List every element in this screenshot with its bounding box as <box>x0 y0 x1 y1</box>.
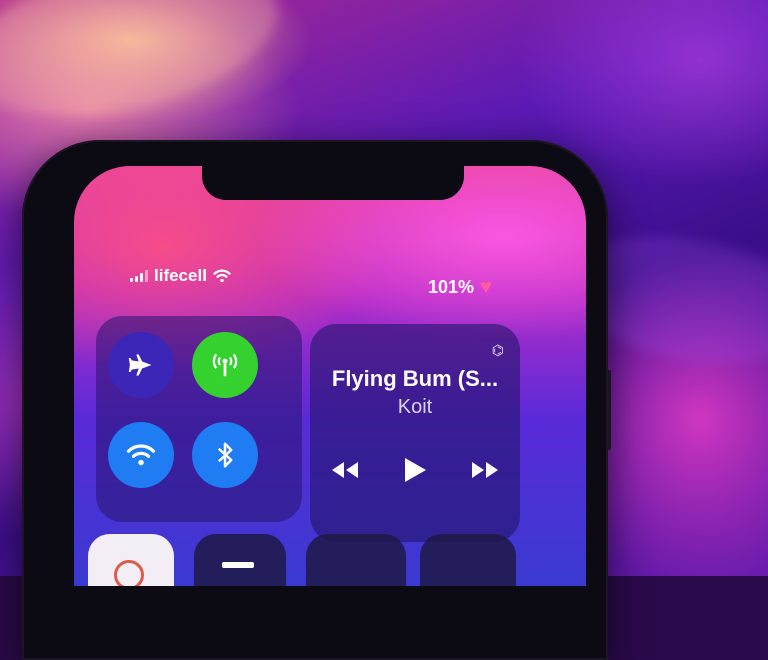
airplane-mode-button[interactable] <box>108 332 174 398</box>
status-carrier: lifecell <box>130 266 231 286</box>
screen-mirroring-button[interactable] <box>194 534 286 586</box>
signal-strength-icon <box>130 270 148 282</box>
screen-mirroring-icon <box>222 562 254 568</box>
control-center-screen: lifecell 101% ♥ ⌬ Flying Bum (S... Koit <box>74 166 586 586</box>
phone-notch <box>202 166 464 200</box>
lock-rotation-icon <box>114 560 144 586</box>
side-button <box>606 370 611 450</box>
airpods-icon: ⌬ <box>491 342 504 358</box>
connectivity-tile <box>96 316 302 522</box>
heart-sparkle-icon: ♥ <box>480 276 492 298</box>
play-icon[interactable] <box>402 456 428 484</box>
bluetooth-icon <box>217 442 233 468</box>
airplane-icon <box>128 354 152 376</box>
wifi-button[interactable] <box>108 422 174 488</box>
fast-forward-icon[interactable] <box>470 460 500 480</box>
artist-name: Koit <box>397 396 433 418</box>
playback-controls <box>330 456 500 484</box>
carrier-name: lifecell <box>154 266 207 285</box>
song-title: Flying Bum (S... <box>331 366 499 391</box>
battery-percent: 101% <box>428 277 475 297</box>
bluetooth-button[interactable] <box>192 422 258 488</box>
wifi-icon <box>126 444 156 466</box>
control-tile[interactable] <box>420 534 516 586</box>
status-battery: 101% ♥ <box>428 276 492 299</box>
flashlight-button[interactable] <box>88 534 174 586</box>
rewind-icon[interactable] <box>330 460 360 480</box>
wifi-status-icon <box>213 269 231 283</box>
now-playing-tile[interactable]: ⌬ Flying Bum (S... Koit <box>310 324 520 542</box>
cellular-antenna-icon <box>212 353 238 377</box>
control-tile[interactable] <box>306 534 406 586</box>
cellular-data-button[interactable] <box>192 332 258 398</box>
